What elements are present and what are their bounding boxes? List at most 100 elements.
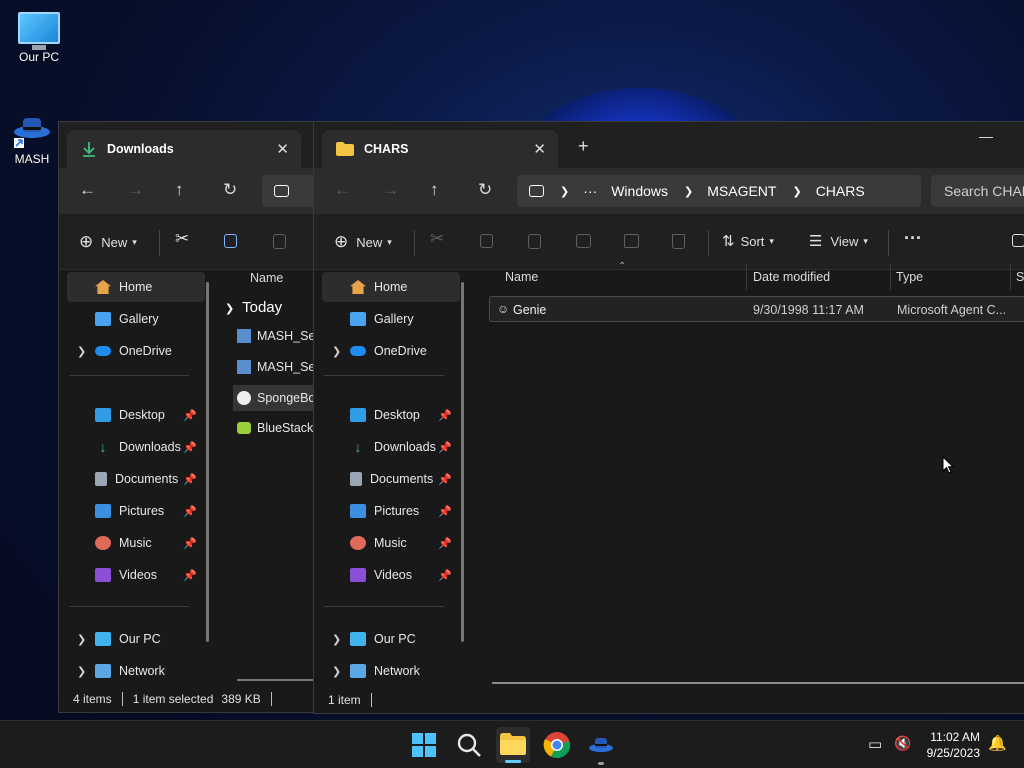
back-icon[interactable]: ← [334,180,351,200]
sidebar-item-gallery[interactable]: Gallery [67,304,205,334]
more-options-icon[interactable]: ··· [904,228,922,249]
forward-icon[interactable]: → [127,180,144,200]
paste-icon[interactable] [528,234,541,249]
sidebar-item-downloads[interactable]: ↓ Downloads 📌 [322,432,460,462]
volume-muted-icon[interactable]: 🔇 [894,735,911,752]
sidebar-item-network[interactable]: ❯ Network [67,656,205,686]
breadcrumb-msagent[interactable]: MSAGENT [707,183,776,199]
pin-icon[interactable]: 📌 [438,441,452,454]
copy-icon[interactable] [224,234,237,248]
column-header-type[interactable]: Type [896,270,923,284]
pin-icon[interactable]: 📌 [183,473,197,486]
pin-icon[interactable]: 📌 [183,569,197,582]
sidebar-item-documents[interactable]: Documents 📌 [322,464,460,494]
new-button[interactable]: ⊕ New ▾ [79,232,137,252]
sidebar-item-onedrive[interactable]: ❯ OneDrive [322,336,460,366]
file-name: SpongeBol [257,391,319,405]
sidebar-item-network[interactable]: ❯ Network [322,656,460,686]
sidebar-item-desktop[interactable]: Desktop 📌 [322,400,460,430]
desktop-icon-our-pc[interactable]: Our PC [4,12,74,64]
close-tab-icon[interactable]: ✕ [533,140,546,158]
tab-chars[interactable]: CHARS ✕ [322,130,558,168]
breadcrumb-chars[interactable]: CHARS [816,183,865,199]
view-button[interactable]: ☰ View ▾ [809,232,868,250]
column-header-name[interactable]: Name [250,271,283,285]
sidebar-item-home[interactable]: Home [322,272,460,302]
address-bar[interactable]: ❯ ··· Windows ❯ MSAGENT ❯ CHARS [517,175,921,207]
sidebar-label: Gallery [374,312,414,326]
details-pane-icon[interactable] [1012,234,1024,247]
sidebar-item-downloads[interactable]: ↓ Downloads 📌 [67,432,205,462]
sidebar-item-gallery[interactable]: Gallery [322,304,460,334]
taskbar-mash[interactable] [587,731,615,765]
sidebar-item-pictures[interactable]: Pictures 📌 [322,496,460,526]
start-button[interactable] [410,731,438,759]
sidebar-item-videos[interactable]: Videos 📌 [322,560,460,590]
taskbar-chrome[interactable] [543,731,571,759]
forward-icon[interactable]: → [382,180,399,200]
column-divider[interactable] [890,264,891,290]
breadcrumb-overflow[interactable]: ··· [583,183,597,199]
up-icon[interactable]: ↑ [175,180,184,200]
pin-icon[interactable]: 📌 [183,409,197,422]
pin-icon[interactable]: 📌 [438,409,452,422]
copy-icon[interactable] [480,234,493,248]
search-placeholder: Search CHARS [944,183,1024,199]
sidebar-item-onedrive[interactable]: ❯ OneDrive [67,336,205,366]
selection-size: 389 KB [221,692,261,706]
notification-bell-icon[interactable]: 🔔 [988,734,1007,752]
tab-downloads[interactable]: Downloads ✕ [67,130,301,168]
column-header-name[interactable]: Name [505,270,538,284]
column-header-size[interactable]: Si [1016,270,1024,284]
new-tab-icon[interactable]: + [578,136,589,157]
rename-icon[interactable] [576,234,591,248]
search-input[interactable]: Search CHARS [931,175,1024,207]
nav-scrollbar[interactable] [206,282,209,642]
sidebar-item-desktop[interactable]: Desktop 📌 [67,400,205,430]
pin-icon[interactable]: 📌 [438,569,452,582]
desktop-icon-mash[interactable]: MASH [4,112,60,166]
up-icon[interactable]: ↑ [430,180,439,200]
cut-icon[interactable]: ✂ [430,229,444,249]
refresh-icon[interactable]: ↻ [223,180,237,200]
share-icon[interactable] [624,234,639,248]
sidebar-item-pictures[interactable]: Pictures 📌 [67,496,205,526]
pin-icon[interactable]: 📌 [183,441,197,454]
back-icon[interactable]: ← [79,180,96,200]
search-button[interactable] [455,731,483,759]
close-tab-icon[interactable]: ✕ [276,140,289,158]
new-button[interactable]: ⊕ New ▾ [334,232,392,252]
sidebar-item-our-pc[interactable]: ❯ Our PC [322,624,460,654]
column-divider[interactable] [746,264,747,290]
group-header-today[interactable]: ❯ Today [225,299,282,316]
sidebar-item-music[interactable]: Music 📌 [67,528,205,558]
sidebar-item-music[interactable]: Music 📌 [322,528,460,558]
list-item[interactable]: BlueStacks [237,421,320,435]
sidebar-item-documents[interactable]: Documents 📌 [67,464,205,494]
pin-icon[interactable]: 📌 [438,505,452,518]
sort-button[interactable]: ⇅ Sort ▾ [722,232,774,250]
paste-icon[interactable] [273,234,286,249]
sidebar-item-our-pc[interactable]: ❯ Our PC [67,624,205,654]
clock[interactable]: 11:02 AM 9/25/2023 [927,729,980,761]
network-icon [95,664,111,678]
table-row[interactable]: ☺ Genie 9/30/1998 11:17 AM Microsoft Age… [489,296,1024,322]
column-headers: ⌃ Name Date modified Type Si [474,261,1024,290]
pin-icon[interactable]: 📌 [438,473,452,486]
refresh-icon[interactable]: ↻ [478,180,492,200]
cut-icon[interactable]: ✂ [175,229,189,249]
network-status-icon[interactable]: ▭ [868,735,882,753]
delete-icon[interactable] [672,234,685,249]
taskbar-file-explorer[interactable] [496,727,530,763]
column-header-date[interactable]: Date modified [753,270,830,284]
pin-icon[interactable]: 📌 [183,505,197,518]
pin-icon[interactable]: 📌 [183,537,197,550]
minimize-icon[interactable]: — [979,128,993,144]
sidebar-item-videos[interactable]: Videos 📌 [67,560,205,590]
horizontal-scrollbar[interactable] [492,682,1024,684]
breadcrumb-windows[interactable]: Windows [611,183,668,199]
sidebar-item-home[interactable]: Home [67,272,205,302]
pin-icon[interactable]: 📌 [438,537,452,550]
nav-scrollbar[interactable] [461,282,464,642]
column-divider[interactable] [1010,264,1011,290]
